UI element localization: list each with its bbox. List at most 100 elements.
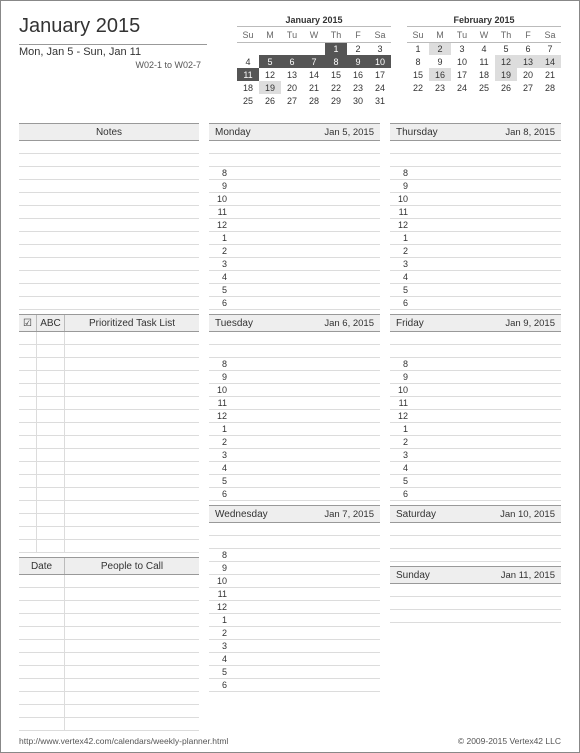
day-slots[interactable]: 89101112123456 <box>390 332 561 501</box>
ruled-line[interactable] <box>209 536 380 549</box>
hour-row[interactable]: 8 <box>390 167 561 180</box>
ruled-line[interactable] <box>19 271 199 284</box>
hour-row[interactable]: 10 <box>390 384 561 397</box>
hour-row[interactable]: 6 <box>209 679 380 692</box>
ruled-line[interactable] <box>19 284 199 297</box>
ruled-line[interactable] <box>19 193 199 206</box>
hour-row[interactable]: 6 <box>209 297 380 310</box>
ruled-line[interactable] <box>19 371 199 384</box>
hour-row[interactable]: 4 <box>209 653 380 666</box>
ruled-line[interactable] <box>19 614 199 627</box>
hour-row[interactable]: 11 <box>209 397 380 410</box>
ruled-line[interactable] <box>390 523 561 536</box>
ruled-line[interactable] <box>19 488 199 501</box>
hour-row[interactable]: 9 <box>209 371 380 384</box>
people-lines[interactable] <box>19 575 199 731</box>
ruled-line[interactable] <box>19 436 199 449</box>
ruled-line[interactable] <box>390 549 561 562</box>
ruled-line[interactable] <box>19 475 199 488</box>
ruled-line[interactable] <box>19 219 199 232</box>
ruled-line[interactable] <box>19 692 199 705</box>
ruled-line[interactable] <box>19 501 199 514</box>
tasks-lines[interactable] <box>19 332 199 553</box>
ruled-line[interactable] <box>390 141 561 154</box>
ruled-line[interactable] <box>19 358 199 371</box>
ruled-line[interactable] <box>19 410 199 423</box>
hour-row[interactable]: 1 <box>390 423 561 436</box>
day-slots[interactable]: 89101112123456 <box>209 523 380 692</box>
ruled-line[interactable] <box>19 588 199 601</box>
ruled-line[interactable] <box>390 154 561 167</box>
hour-row[interactable]: 1 <box>209 614 380 627</box>
hour-row[interactable]: 2 <box>390 245 561 258</box>
ruled-line[interactable] <box>19 384 199 397</box>
ruled-line[interactable] <box>19 449 199 462</box>
hour-row[interactable]: 9 <box>390 180 561 193</box>
hour-row[interactable]: 4 <box>209 462 380 475</box>
ruled-line[interactable] <box>390 536 561 549</box>
hour-row[interactable]: 3 <box>209 449 380 462</box>
ruled-line[interactable] <box>19 423 199 436</box>
ruled-line[interactable] <box>19 167 199 180</box>
ruled-line[interactable] <box>19 575 199 588</box>
hour-row[interactable]: 9 <box>209 562 380 575</box>
ruled-line[interactable] <box>390 610 561 623</box>
hour-row[interactable]: 1 <box>209 232 380 245</box>
hour-row[interactable]: 12 <box>209 601 380 614</box>
ruled-line[interactable] <box>19 462 199 475</box>
hour-row[interactable]: 3 <box>390 449 561 462</box>
hour-row[interactable]: 8 <box>209 549 380 562</box>
hour-row[interactable]: 12 <box>209 219 380 232</box>
hour-row[interactable]: 6 <box>390 488 561 501</box>
ruled-line[interactable] <box>19 154 199 167</box>
hour-row[interactable]: 10 <box>209 575 380 588</box>
hour-row[interactable]: 2 <box>209 245 380 258</box>
ruled-line[interactable] <box>19 679 199 692</box>
ruled-line[interactable] <box>19 245 199 258</box>
ruled-line[interactable] <box>390 597 561 610</box>
hour-row[interactable]: 12 <box>209 410 380 423</box>
hour-row[interactable]: 10 <box>390 193 561 206</box>
hour-row[interactable]: 10 <box>209 193 380 206</box>
ruled-line[interactable] <box>209 332 380 345</box>
day-slots[interactable] <box>390 523 561 562</box>
ruled-line[interactable] <box>19 666 199 679</box>
ruled-line[interactable] <box>19 141 199 154</box>
hour-row[interactable]: 11 <box>390 397 561 410</box>
hour-row[interactable]: 2 <box>390 436 561 449</box>
hour-row[interactable]: 9 <box>209 180 380 193</box>
ruled-line[interactable] <box>209 345 380 358</box>
ruled-line[interactable] <box>19 514 199 527</box>
ruled-line[interactable] <box>209 523 380 536</box>
ruled-line[interactable] <box>19 653 199 666</box>
ruled-line[interactable] <box>19 180 199 193</box>
hour-row[interactable]: 3 <box>209 640 380 653</box>
ruled-line[interactable] <box>19 705 199 718</box>
ruled-line[interactable] <box>19 232 199 245</box>
ruled-line[interactable] <box>19 297 199 310</box>
ruled-line[interactable] <box>390 345 561 358</box>
ruled-line[interactable] <box>390 332 561 345</box>
ruled-line[interactable] <box>19 258 199 271</box>
hour-row[interactable]: 12 <box>390 410 561 423</box>
hour-row[interactable]: 3 <box>209 258 380 271</box>
hour-row[interactable]: 4 <box>390 271 561 284</box>
hour-row[interactable]: 1 <box>209 423 380 436</box>
hour-row[interactable]: 2 <box>209 436 380 449</box>
ruled-line[interactable] <box>209 141 380 154</box>
ruled-line[interactable] <box>19 332 199 345</box>
day-slots[interactable] <box>390 584 561 623</box>
ruled-line[interactable] <box>19 640 199 653</box>
day-slots[interactable]: 89101112123456 <box>209 332 380 501</box>
hour-row[interactable]: 12 <box>390 219 561 232</box>
ruled-line[interactable] <box>19 718 199 731</box>
hour-row[interactable]: 5 <box>390 475 561 488</box>
hour-row[interactable]: 11 <box>209 206 380 219</box>
notes-lines[interactable] <box>19 141 199 310</box>
hour-row[interactable]: 4 <box>390 462 561 475</box>
ruled-line[interactable] <box>19 601 199 614</box>
hour-row[interactable]: 5 <box>209 284 380 297</box>
hour-row[interactable]: 8 <box>390 358 561 371</box>
day-slots[interactable]: 89101112123456 <box>390 141 561 310</box>
hour-row[interactable]: 8 <box>209 358 380 371</box>
